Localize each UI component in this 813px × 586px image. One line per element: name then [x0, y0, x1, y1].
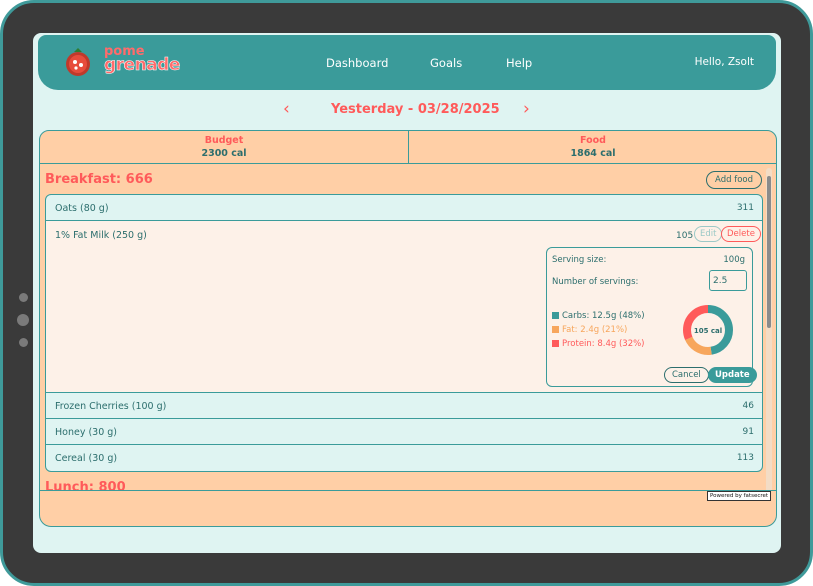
- navbar: pome grenade Dashboard Goals Help Hello,…: [38, 35, 776, 90]
- bottom-panel: [39, 490, 777, 527]
- food-name: Frozen Cherries (100 g): [55, 401, 167, 412]
- food-name: Oats (80 g): [55, 203, 109, 214]
- food-cell: Food 1864 cal: [409, 131, 777, 163]
- delete-button[interactable]: Delete: [721, 226, 761, 242]
- add-food-button[interactable]: Add food: [706, 171, 762, 189]
- carbs-text: Carbs: 12.5g (48%): [562, 311, 645, 321]
- food-calories: 46: [742, 401, 754, 411]
- date-navigation: ‹ Yesterday - 03/28/2025 ›: [33, 99, 781, 121]
- food-row-honey[interactable]: Honey (30 g) 91: [46, 419, 762, 445]
- nav-dashboard[interactable]: Dashboard: [326, 56, 388, 70]
- powered-by-badge: Powered by fatsecret: [707, 491, 772, 501]
- food-calories: 113: [736, 453, 754, 463]
- sensor-dot: [19, 338, 28, 347]
- protein-text: Protein: 8.4g (32%): [562, 339, 645, 349]
- scrollbar-thumb[interactable]: [767, 176, 771, 328]
- logo[interactable]: pome grenade: [62, 43, 182, 81]
- update-button[interactable]: Update: [708, 367, 757, 383]
- budget-value: 2300 cal: [201, 148, 247, 159]
- user-greeting: Hello, Zsolt: [694, 56, 754, 68]
- food-row-oats[interactable]: Oats (80 g) 311: [46, 195, 762, 221]
- fat-text: Fat: 2.4g (21%): [562, 325, 628, 335]
- budget-label: Budget: [204, 135, 244, 146]
- serving-size-label: Serving size:: [552, 255, 607, 265]
- app-screen: pome grenade Dashboard Goals Help Hello,…: [33, 33, 781, 553]
- serving-detail-card: Serving size: 100g Number of servings: C…: [546, 247, 757, 387]
- chevron-right-icon[interactable]: ›: [523, 99, 530, 119]
- meal-scroll-area[interactable]: Breakfast: 666 Add food Oats (80 g) 311 …: [39, 164, 777, 494]
- chevron-left-icon[interactable]: ‹: [283, 99, 290, 119]
- food-name: Honey (30 g): [55, 427, 118, 438]
- macro-donut-chart: 105 cal: [683, 305, 733, 355]
- carbs-swatch: [552, 312, 559, 319]
- servings-input[interactable]: [709, 270, 747, 291]
- button-dot: [17, 314, 29, 326]
- serving-size-value: 100g: [723, 255, 745, 265]
- breakfast-title: Breakfast: 666: [45, 172, 153, 187]
- pomegranate-icon: [66, 48, 90, 76]
- protein-swatch: [552, 340, 559, 347]
- servings-label: Number of servings:: [552, 277, 639, 287]
- edit-button[interactable]: Edit: [694, 226, 723, 242]
- breakfast-food-list: Oats (80 g) 311 1% Fat Milk (250 g) 105 …: [45, 194, 763, 472]
- calorie-summary: Budget 2300 cal Food 1864 cal: [39, 130, 777, 164]
- food-row-cereal[interactable]: Cereal (30 g) 113: [46, 445, 762, 471]
- macro-carbs: Carbs: 12.5g (48%): [552, 311, 645, 321]
- camera-dot: [19, 293, 28, 302]
- logo-text-bottom: grenade: [104, 55, 181, 76]
- food-name: Cereal (30 g): [55, 453, 118, 464]
- food-name: 1% Fat Milk (250 g): [55, 230, 147, 241]
- food-row-milk-expanded: 1% Fat Milk (250 g) 105 Edit Delete Serv…: [46, 221, 762, 393]
- date-title: Yesterday - 03/28/2025: [331, 102, 500, 117]
- fat-swatch: [552, 326, 559, 333]
- budget-cell: Budget 2300 cal: [40, 131, 408, 163]
- macro-protein: Protein: 8.4g (32%): [552, 339, 645, 349]
- nav-help[interactable]: Help: [506, 56, 532, 70]
- cancel-button[interactable]: Cancel: [664, 367, 709, 383]
- nav-goals[interactable]: Goals: [430, 56, 462, 70]
- food-label: Food: [580, 135, 606, 146]
- food-calories: 105: [676, 231, 694, 241]
- food-row-cherries[interactable]: Frozen Cherries (100 g) 46: [46, 393, 762, 419]
- food-calories: 311: [736, 203, 754, 213]
- food-calories: 91: [742, 427, 754, 437]
- scrollbar[interactable]: [766, 168, 772, 493]
- food-value: 1864 cal: [570, 148, 616, 159]
- macro-fat: Fat: 2.4g (21%): [552, 325, 627, 335]
- donut-label: 105 cal: [694, 327, 722, 335]
